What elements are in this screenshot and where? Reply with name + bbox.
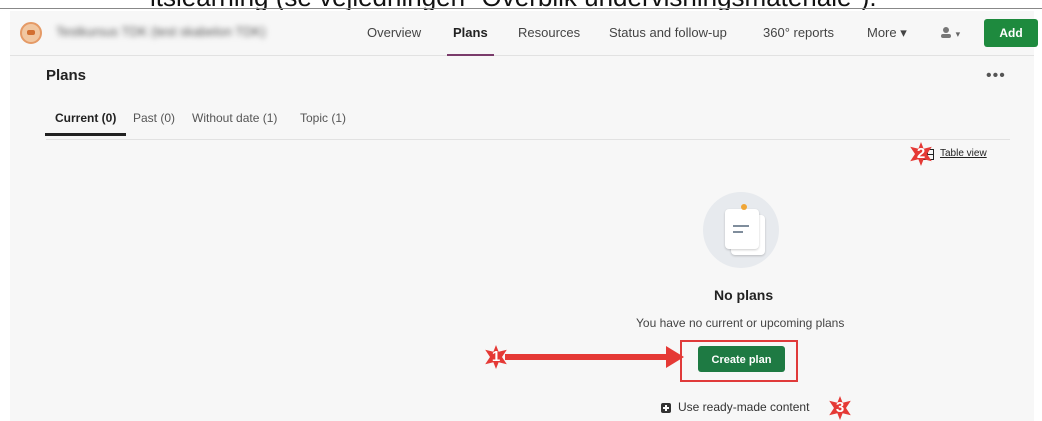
nav-resources[interactable]: Resources	[518, 25, 580, 40]
page-title: Plans	[46, 67, 87, 84]
nav-overview[interactable]: Overview	[367, 25, 421, 40]
tabs-divider	[46, 139, 1010, 140]
nav-360-reports[interactable]: 360° reports	[763, 25, 834, 40]
course-name[interactable]: Testkursus TDK (test skabelon TDK)	[56, 24, 266, 39]
top-navbar: Testkursus TDK (test skabelon TDK) Overv…	[10, 11, 1038, 57]
tab-current[interactable]: Current (0)	[44, 111, 127, 136]
create-plan-button[interactable]: Create plan	[698, 346, 785, 372]
empty-state-subtitle: You have no current or upcoming plans	[636, 316, 845, 330]
paper-line	[733, 231, 743, 233]
nav-plans[interactable]: Plans	[447, 25, 494, 57]
course-logo-icon[interactable]	[20, 22, 42, 44]
caption-rule	[0, 8, 1042, 9]
callout-arrow	[505, 354, 667, 360]
pin-icon	[741, 204, 747, 210]
user-menu-caret: ▾	[955, 29, 961, 39]
left-margin	[0, 11, 10, 421]
table-view-link[interactable]: Table view	[940, 148, 987, 159]
more-options-icon[interactable]: •••	[986, 67, 1006, 85]
tab-topic[interactable]: Topic (1)	[300, 111, 346, 125]
add-button[interactable]: Add	[984, 19, 1038, 47]
user-menu[interactable]: ▾	[940, 25, 960, 40]
paper-line	[733, 225, 749, 227]
empty-plans-illustration	[703, 192, 779, 268]
callout-badge-3: 3	[829, 396, 851, 420]
tab-past[interactable]: Past (0)	[133, 111, 175, 125]
callout-arrow-head	[666, 346, 684, 368]
user-icon	[941, 27, 951, 38]
nav-status-follow-up[interactable]: Status and follow-up	[609, 25, 727, 40]
empty-state-title: No plans	[714, 287, 774, 303]
plus-icon[interactable]	[661, 403, 671, 413]
top-caption-strip: itslearning (se vejledningen "Overblik u…	[0, 0, 1042, 10]
tab-without-date[interactable]: Without date (1)	[192, 111, 277, 125]
paper-icon	[725, 209, 759, 249]
nav-more[interactable]: More ▾	[867, 25, 907, 41]
use-ready-made-content-link[interactable]: Use ready-made content	[678, 400, 809, 414]
right-margin	[1034, 11, 1042, 421]
plans-content: Plans ••• Current (0) Past (0) Without d…	[10, 56, 1034, 421]
